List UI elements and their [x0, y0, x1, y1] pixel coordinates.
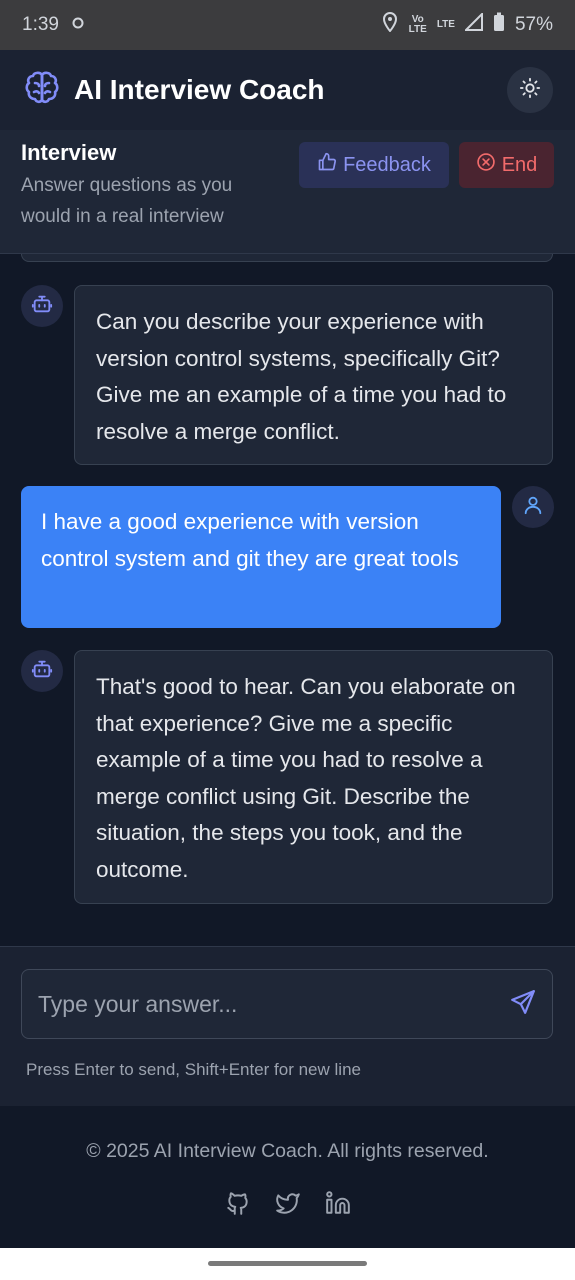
send-icon[interactable] — [510, 989, 536, 1020]
x-circle-icon — [476, 152, 496, 178]
twitter-icon[interactable] — [275, 1190, 301, 1221]
user-icon — [522, 494, 544, 521]
footer: © 2025 AI Interview Coach. All rights re… — [0, 1106, 575, 1248]
chat-messages[interactable]: Can you describe your experience with ve… — [0, 254, 575, 946]
battery-percent: 57% — [514, 14, 553, 35]
status-time: 1:39 — [22, 14, 59, 35]
brain-icon — [22, 68, 62, 113]
previous-message-bubble — [21, 254, 553, 262]
interview-subtitle: Answer questions as you would in a real … — [21, 175, 233, 227]
linkedin-icon[interactable] — [325, 1190, 351, 1221]
system-navigation-bar — [0, 1248, 575, 1280]
answer-input[interactable] — [38, 990, 510, 1018]
signal-icon — [463, 11, 483, 37]
bot-avatar — [21, 285, 63, 327]
bot-message: Can you describe your experience with ve… — [74, 285, 553, 465]
bot-icon — [31, 293, 53, 320]
interview-bar: Interview Answer questions as you would … — [0, 130, 575, 254]
status-notification-icon — [71, 14, 85, 36]
user-avatar — [512, 486, 554, 528]
answer-input-box[interactable] — [21, 969, 553, 1039]
composer: Press Enter to send, Shift+Enter for new… — [0, 946, 575, 1106]
theme-toggle-button[interactable] — [507, 67, 553, 113]
app-title: AI Interview Coach — [74, 74, 325, 105]
feedback-button[interactable]: Feedback — [299, 142, 449, 188]
bot-avatar — [21, 650, 63, 692]
input-hint: Press Enter to send, Shift+Enter for new… — [26, 1060, 361, 1079]
copyright-text: © 2025 AI Interview Coach. All rights re… — [86, 1140, 489, 1162]
thumbs-up-icon — [317, 152, 337, 178]
status-bar: 1:39 Vo LTE LTE 57% — [0, 0, 575, 50]
bot-icon — [31, 658, 53, 685]
volte-indicator: Vo LTE — [408, 14, 427, 35]
battery-icon — [493, 12, 505, 38]
home-gesture-handle[interactable] — [208, 1261, 367, 1266]
end-label: End — [501, 153, 538, 176]
lte-indicator: LTE — [436, 19, 455, 30]
github-icon[interactable] — [225, 1190, 251, 1221]
bot-message: That's good to hear. Can you elaborate o… — [74, 650, 553, 904]
brand[interactable]: AI Interview Coach — [22, 68, 325, 113]
app-header: AI Interview Coach — [0, 50, 575, 130]
location-icon — [381, 11, 399, 38]
end-button[interactable]: End — [459, 142, 554, 188]
user-message: I have a good experience with version co… — [21, 486, 501, 628]
feedback-label: Feedback — [343, 153, 431, 176]
sun-icon — [519, 77, 541, 104]
social-links — [0, 1190, 575, 1221]
